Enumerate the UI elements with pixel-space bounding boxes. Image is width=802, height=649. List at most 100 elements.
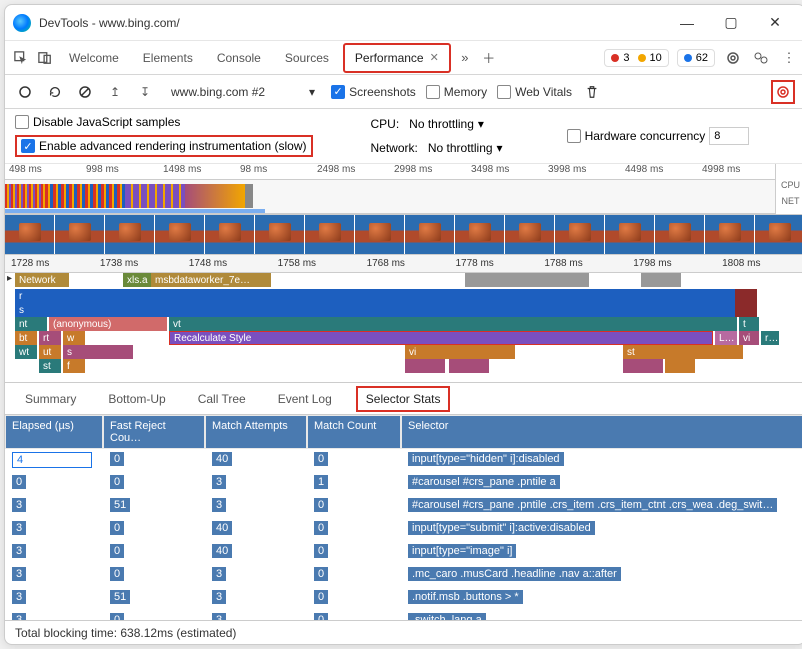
table-row[interactable]: 35130.notif.msb .buttons > * bbox=[5, 587, 802, 610]
flame-bar[interactable] bbox=[735, 303, 757, 317]
flame-bar[interactable]: st bbox=[39, 359, 61, 373]
tab-console[interactable]: Console bbox=[207, 45, 271, 71]
tab-event-log[interactable]: Event Log bbox=[270, 388, 340, 410]
upload-icon[interactable]: ↥ bbox=[105, 82, 125, 102]
screenshot-thumb[interactable] bbox=[455, 215, 505, 254]
table-row[interactable]: 35130#carousel #crs_pane .pntile .crs_it… bbox=[5, 495, 802, 518]
screenshot-thumb[interactable] bbox=[505, 215, 555, 254]
flame-bar[interactable]: vt bbox=[169, 317, 737, 331]
screenshot-thumb[interactable] bbox=[355, 215, 405, 254]
screenshot-thumb[interactable] bbox=[755, 215, 802, 254]
window-close-button[interactable]: ✕ bbox=[753, 8, 797, 38]
screenshot-thumb[interactable] bbox=[105, 215, 155, 254]
reload-record-button[interactable] bbox=[45, 82, 65, 102]
device-icon[interactable] bbox=[35, 48, 55, 68]
capture-settings-button[interactable] bbox=[771, 80, 795, 104]
flame-bar[interactable]: L… bbox=[715, 331, 737, 345]
table-row[interactable]: 30400input[type="submit" i]:active:disab… bbox=[5, 518, 802, 541]
flame-bar[interactable] bbox=[405, 359, 445, 373]
flame-bar[interactable]: r bbox=[15, 289, 735, 303]
table-row[interactable]: 3030.mc_caro .musCard .headline .nav a::… bbox=[5, 564, 802, 587]
flame-bar[interactable]: msbdataworker_7e… bbox=[151, 273, 271, 287]
screenshot-thumb[interactable] bbox=[655, 215, 705, 254]
screenshot-thumb[interactable] bbox=[5, 215, 55, 254]
tab-sources[interactable]: Sources bbox=[275, 45, 339, 71]
flamechart[interactable]: ▸ Network xls.a msbdataworker_7e… r s nt… bbox=[5, 273, 802, 383]
advanced-rendering-checkbox[interactable]: ✓ Enable advanced rendering instrumentat… bbox=[15, 135, 313, 157]
more-menu-icon[interactable]: ⋮ bbox=[779, 48, 799, 68]
overview-ruler[interactable]: 498 ms 998 ms 1498 ms 98 ms 2498 ms 2998… bbox=[5, 164, 775, 180]
col-elapsed[interactable]: Elapsed (µs) bbox=[6, 416, 102, 448]
flame-bar[interactable]: rt bbox=[39, 331, 61, 345]
screenshot-thumb[interactable] bbox=[305, 215, 355, 254]
memory-checkbox[interactable]: Memory bbox=[426, 85, 487, 99]
table-row[interactable]: 3030.switch_lang a bbox=[5, 610, 802, 620]
screenshot-thumb[interactable] bbox=[605, 215, 655, 254]
screenshot-thumb[interactable] bbox=[55, 215, 105, 254]
table-row[interactable]: 40400input[type="hidden" i]:disabled bbox=[5, 449, 802, 472]
flame-bar[interactable]: w bbox=[63, 331, 85, 345]
flame-bar[interactable]: wt bbox=[15, 345, 37, 359]
flame-recalc-style[interactable]: Recalculate Style bbox=[169, 331, 713, 345]
flame-bar[interactable]: s bbox=[63, 345, 133, 359]
download-icon[interactable]: ↧ bbox=[135, 82, 155, 102]
new-tab-icon[interactable]: ＋ bbox=[479, 48, 499, 68]
cpu-throttling-select[interactable]: No throttling ▾ bbox=[403, 115, 490, 133]
info-badge[interactable]: 62 bbox=[677, 49, 715, 67]
screenshot-thumb[interactable] bbox=[405, 215, 455, 254]
flame-bar[interactable]: ut bbox=[39, 345, 61, 359]
screenshot-thumb[interactable] bbox=[705, 215, 755, 254]
col-selector[interactable]: Selector bbox=[402, 416, 802, 448]
hw-concurrency-input[interactable]: 8 bbox=[709, 127, 749, 145]
flame-bar[interactable] bbox=[735, 289, 757, 303]
flame-bar[interactable]: vi bbox=[405, 345, 515, 359]
flamechart-ruler[interactable]: 1728 ms 1738 ms 1748 ms 1758 ms 1768 ms … bbox=[5, 255, 802, 273]
table-row[interactable]: 30400input[type="image" i] bbox=[5, 541, 802, 564]
tab-welcome[interactable]: Welcome bbox=[59, 45, 129, 71]
flame-bar[interactable] bbox=[623, 359, 663, 373]
screenshot-thumb[interactable] bbox=[555, 215, 605, 254]
flame-bar[interactable] bbox=[641, 273, 681, 287]
table-row[interactable]: 0031#carousel #crs_pane .pntile a bbox=[5, 472, 802, 495]
tab-summary[interactable]: Summary bbox=[17, 388, 84, 410]
flame-bar[interactable]: s bbox=[15, 303, 735, 317]
flame-bar[interactable]: t bbox=[739, 317, 759, 331]
record-button[interactable] bbox=[15, 82, 35, 102]
experiments-icon[interactable] bbox=[751, 48, 771, 68]
flame-bar[interactable] bbox=[465, 273, 589, 287]
col-fast-reject[interactable]: Fast Reject Cou… bbox=[104, 416, 204, 448]
tab-call-tree[interactable]: Call Tree bbox=[190, 388, 254, 410]
recording-select[interactable]: www.bing.com #2 ▾ bbox=[165, 83, 321, 101]
screenshot-thumb[interactable] bbox=[255, 215, 305, 254]
tab-selector-stats[interactable]: Selector Stats bbox=[356, 386, 451, 412]
flame-network-row[interactable]: Network bbox=[15, 273, 69, 287]
flame-bar[interactable]: (anonymous) bbox=[49, 317, 167, 331]
web-vitals-checkbox[interactable]: Web Vitals bbox=[497, 85, 572, 99]
network-throttling-select[interactable]: No throttling ▾ bbox=[422, 139, 509, 157]
inspect-icon[interactable] bbox=[11, 48, 31, 68]
more-tabs-icon[interactable]: » bbox=[455, 48, 475, 68]
col-match-count[interactable]: Match Count bbox=[308, 416, 400, 448]
flame-bar[interactable] bbox=[449, 359, 489, 373]
clear-button[interactable] bbox=[75, 82, 95, 102]
flame-bar[interactable]: vi bbox=[739, 331, 759, 345]
flame-bar[interactable]: nt bbox=[15, 317, 47, 331]
settings-gear-icon[interactable] bbox=[723, 48, 743, 68]
screenshot-thumb[interactable] bbox=[155, 215, 205, 254]
window-maximize-button[interactable]: ▢ bbox=[709, 8, 753, 38]
screenshot-thumb[interactable] bbox=[205, 215, 255, 254]
errors-badge[interactable]: 3 10 bbox=[604, 49, 668, 67]
overview-minimap[interactable] bbox=[5, 180, 775, 214]
close-tab-icon[interactable]: ✕ bbox=[430, 51, 439, 64]
col-match-attempts[interactable]: Match Attempts bbox=[206, 416, 306, 448]
flame-bar[interactable] bbox=[665, 359, 695, 373]
disable-js-checkbox[interactable]: Disable JavaScript samples bbox=[15, 115, 313, 129]
flame-bar[interactable]: st bbox=[623, 345, 743, 359]
flame-bar[interactable]: f bbox=[63, 359, 85, 373]
delete-icon[interactable] bbox=[582, 82, 602, 102]
screenshots-checkbox[interactable]: ✓ Screenshots bbox=[331, 85, 416, 99]
tab-bottom-up[interactable]: Bottom-Up bbox=[100, 388, 173, 410]
window-minimize-button[interactable]: — bbox=[665, 8, 709, 38]
tab-elements[interactable]: Elements bbox=[133, 45, 203, 71]
screenshot-filmstrip[interactable] bbox=[5, 215, 802, 255]
